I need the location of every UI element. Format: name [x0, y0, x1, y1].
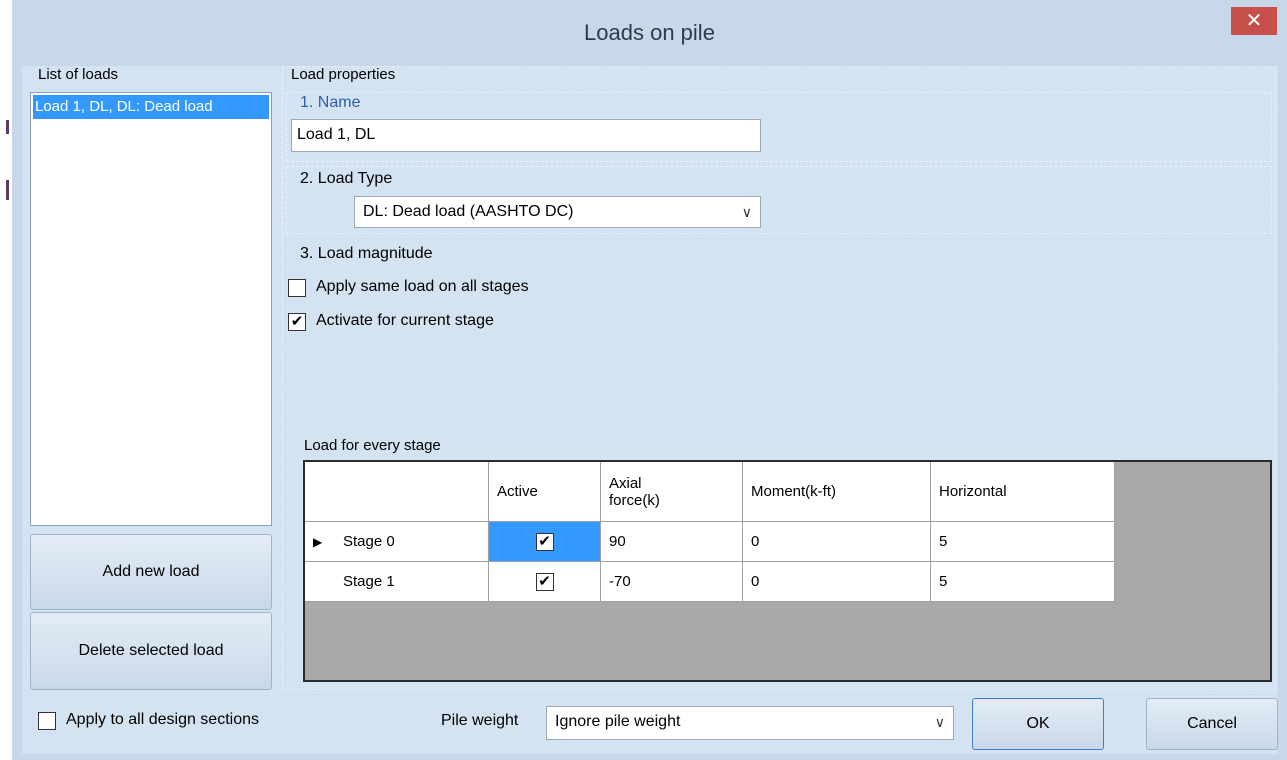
delete-selected-load-button[interactable]: Delete selected load	[30, 612, 272, 690]
grid-header-corner	[305, 462, 489, 522]
loads-list[interactable]: Load 1, DL, DL: Dead load	[30, 92, 272, 526]
active-checkbox[interactable]: ✔	[535, 572, 554, 591]
activate-current-stage-label: Activate for current stage	[316, 312, 494, 329]
column-header-horizontal[interactable]: Horizontal	[931, 462, 1115, 522]
chevron-down-icon: ∨	[934, 714, 945, 730]
apply-all-sections-checkbox[interactable]	[38, 712, 56, 730]
axial-cell[interactable]: 90	[601, 522, 743, 562]
apply-all-sections-label: Apply to all design sections	[66, 711, 259, 728]
table-row-header[interactable]: Stage 1	[305, 562, 489, 602]
load-type-value: DL: Dead load (AASHTO DC)	[363, 203, 574, 220]
ok-button[interactable]: OK	[972, 698, 1104, 750]
name-input[interactable]: Load 1, DL	[291, 119, 761, 152]
load-for-every-stage-label: Load for every stage	[304, 437, 441, 454]
check-icon: ✔	[290, 313, 304, 330]
stage-load-grid[interactable]: Active Axial force(k) Moment(k-ft) Horiz…	[303, 460, 1272, 682]
cancel-button[interactable]: Cancel	[1146, 698, 1278, 750]
pile-weight-value: Ignore pile weight	[555, 713, 681, 730]
stage-name: Stage 0	[343, 533, 395, 550]
active-cell[interactable]: ✔	[489, 522, 601, 562]
table-row-header[interactable]: ▶ Stage 0	[305, 522, 489, 562]
edge-mark	[6, 180, 9, 200]
column-header-moment[interactable]: Moment(k-ft)	[743, 462, 931, 522]
apply-same-load-checkbox[interactable]	[288, 279, 306, 297]
stage-name: Stage 1	[343, 573, 395, 590]
activate-current-stage-checkbox[interactable]: ✔	[288, 313, 306, 331]
load-properties-label: Load properties	[291, 66, 396, 83]
name-label: 1. Name	[300, 94, 361, 111]
close-icon: ✕	[1245, 10, 1263, 32]
title-bar: Loads on pile ✕	[12, 0, 1287, 66]
pile-weight-label: Pile weight	[441, 712, 519, 729]
load-type-select[interactable]: DL: Dead load (AASHTO DC) ∨	[354, 196, 761, 228]
pile-weight-select[interactable]: Ignore pile weight ∨	[546, 706, 954, 740]
apply-same-load-label: Apply same load on all stages	[316, 278, 529, 295]
load-type-label: 2. Load Type	[300, 170, 393, 187]
check-icon: ✔	[538, 532, 551, 550]
list-of-loads-label: List of loads	[38, 66, 119, 83]
loads-dialog: Loads on pile ✕ List of loads Load 1, DL…	[12, 0, 1287, 760]
active-cell[interactable]: ✔	[489, 562, 601, 602]
load-magnitude-label: 3. Load magnitude	[300, 245, 433, 262]
column-header-axial[interactable]: Axial force(k)	[601, 462, 743, 522]
column-header-axial-label: Axial force(k)	[609, 474, 660, 509]
close-button[interactable]: ✕	[1231, 7, 1277, 35]
list-item[interactable]: Load 1, DL, DL: Dead load	[33, 95, 269, 119]
horizontal-cell[interactable]: 5	[931, 522, 1115, 562]
column-header-active[interactable]: Active	[489, 462, 601, 522]
chevron-down-icon: ∨	[741, 204, 752, 220]
row-indicator-icon: ▶	[313, 534, 323, 549]
moment-cell[interactable]: 0	[743, 522, 931, 562]
horizontal-cell[interactable]: 5	[931, 562, 1115, 602]
add-new-load-button[interactable]: Add new load	[30, 534, 272, 610]
moment-cell[interactable]: 0	[743, 562, 931, 602]
edge-mark	[6, 120, 9, 134]
background-edge	[0, 0, 12, 760]
active-checkbox[interactable]: ✔	[535, 532, 554, 551]
axial-cell[interactable]: -70	[601, 562, 743, 602]
check-icon: ✔	[538, 572, 551, 590]
window-title: Loads on pile	[584, 20, 715, 45]
